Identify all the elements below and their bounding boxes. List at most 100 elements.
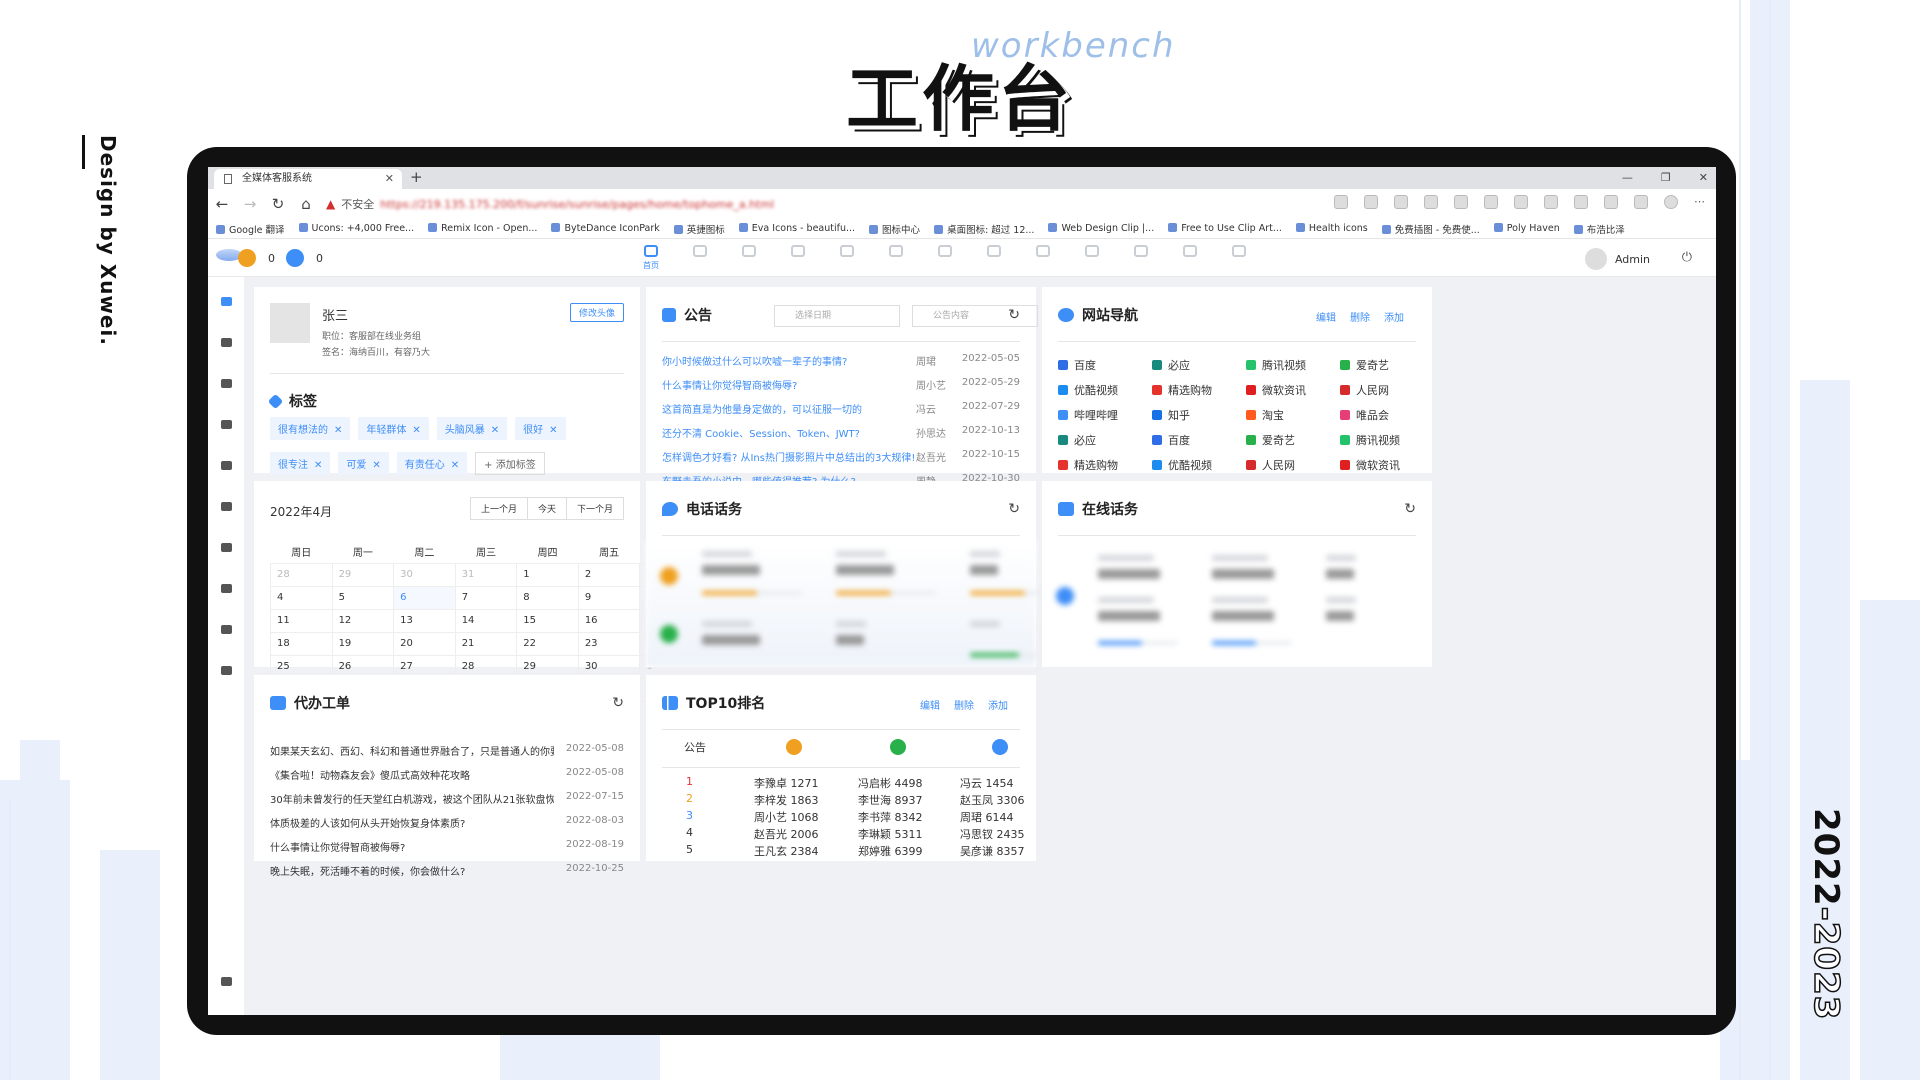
calendar-day[interactable]: 29 bbox=[331, 562, 395, 587]
user-icon[interactable] bbox=[221, 666, 232, 675]
video-icon[interactable] bbox=[221, 420, 232, 429]
site-link[interactable]: 微软资讯 bbox=[1340, 457, 1400, 473]
bookmark-item[interactable]: Ucons: +4,000 Free... bbox=[299, 223, 415, 234]
calendar-day[interactable]: 28 bbox=[270, 562, 333, 587]
bookmark-item[interactable]: Remix Icon - Open... bbox=[428, 223, 537, 234]
nav-module-4[interactable] bbox=[834, 245, 860, 271]
notice-row[interactable]: 你小时候做过什么可以吹嘘一辈子的事情? 周珺 2022-05-05 bbox=[662, 353, 1020, 373]
close-tab-icon[interactable]: ✕ bbox=[385, 169, 394, 189]
desktop-icon[interactable] bbox=[221, 297, 232, 306]
todo-row[interactable]: 30年前未曾发行的任天堂红白机游戏，被这个团队从21张软盘恢复了 2022-07-… bbox=[270, 791, 624, 811]
history-icon[interactable] bbox=[1604, 195, 1618, 209]
site-link[interactable]: 知乎 bbox=[1152, 407, 1190, 423]
site-link[interactable]: 腾讯视频 bbox=[1340, 432, 1400, 448]
calendar-day[interactable]: 7 bbox=[454, 585, 518, 610]
browser-tab[interactable]: 全媒体客服系统 ✕ bbox=[214, 169, 402, 189]
calendar-day[interactable]: 2 bbox=[577, 562, 641, 587]
extension-icon[interactable] bbox=[1424, 195, 1438, 209]
site-link[interactable]: 微软资讯 bbox=[1246, 382, 1306, 398]
bookmark-item[interactable]: Health icons bbox=[1296, 223, 1368, 234]
edit-button[interactable]: 编辑 bbox=[920, 697, 940, 712]
calendar-day[interactable]: 23 bbox=[577, 631, 641, 656]
calendar-day[interactable]: 13 bbox=[393, 608, 456, 633]
date-picker-input[interactable]: 选择日期 bbox=[774, 305, 900, 327]
nav-module-12[interactable] bbox=[1226, 245, 1252, 271]
site-link[interactable]: 哔哩哔哩 bbox=[1058, 407, 1118, 423]
bookmark-item[interactable]: Web Design Clip |... bbox=[1048, 223, 1154, 234]
back-icon[interactable]: ← bbox=[208, 195, 236, 213]
today-button[interactable]: 今天 bbox=[526, 498, 566, 519]
calendar-day[interactable]: 21 bbox=[454, 631, 518, 656]
close-icon[interactable]: ✕ bbox=[372, 460, 380, 471]
close-icon[interactable]: ✕ bbox=[334, 425, 342, 436]
phone-counter[interactable]: 0 bbox=[238, 249, 275, 267]
notice-row[interactable]: 这首简直是为他量身定做的，可以征服一切的 冯云 2022-07-29 bbox=[662, 401, 1020, 421]
todo-row[interactable]: 什么事情让你觉得智商被侮辱? 2022-08-19 bbox=[270, 839, 624, 859]
extension-icon[interactable] bbox=[1394, 195, 1408, 209]
calendar-day[interactable]: 19 bbox=[331, 631, 395, 656]
profile-avatar[interactable] bbox=[270, 303, 310, 343]
nav-module-5[interactable] bbox=[883, 245, 909, 271]
restore-icon[interactable]: ❐ bbox=[1661, 167, 1671, 189]
todo-row-title[interactable]: 什么事情让你觉得智商被侮辱? bbox=[270, 839, 554, 859]
calendar-day[interactable]: 16 bbox=[577, 608, 641, 633]
calendar-day[interactable]: 22 bbox=[516, 631, 579, 656]
tag-chip[interactable]: 头脑风暴 ✕ bbox=[436, 417, 508, 440]
site-link[interactable]: 人民网 bbox=[1246, 457, 1295, 473]
monitor-icon[interactable] bbox=[221, 502, 232, 511]
chat-counter[interactable]: 0 bbox=[286, 249, 323, 267]
notice-row-title[interactable]: 怎样调色才好看? 从Ins热门摄影照片中总结出的3大规律! bbox=[662, 449, 916, 469]
favorite-icon[interactable] bbox=[1364, 195, 1378, 209]
todo-row-title[interactable]: 晚上失眠，死活睡不着的时候，你会做什么? bbox=[270, 863, 554, 883]
bookmark-item[interactable]: 布浩比泽 bbox=[1574, 222, 1625, 236]
calendar-day[interactable]: 1 bbox=[516, 562, 579, 587]
read-aloud-icon[interactable] bbox=[1334, 195, 1348, 209]
calendar-day[interactable]: 8 bbox=[516, 585, 579, 610]
nav-module-1[interactable] bbox=[687, 245, 713, 271]
close-icon[interactable]: ✕ bbox=[451, 460, 459, 471]
todo-row[interactable]: 如果某天玄幻、西幻、科幻和普通世界融合了，只是普通人的你要怎样... 2022-0… bbox=[270, 743, 624, 763]
refresh-icon[interactable]: ↻ bbox=[1008, 307, 1020, 323]
notice-row-title[interactable]: 还分不清 Cookie、Session、Token、JWT? bbox=[662, 425, 916, 445]
calendar-day[interactable]: 5 bbox=[331, 585, 395, 610]
calendar-day[interactable]: 20 bbox=[393, 631, 456, 656]
edit-avatar-button[interactable]: 修改头像 bbox=[569, 303, 624, 322]
delete-button[interactable]: 删除 bbox=[1350, 309, 1370, 324]
bookmark-item[interactable]: ByteDance IconPark bbox=[551, 223, 659, 234]
site-link[interactable]: 人民网 bbox=[1340, 382, 1389, 398]
site-link[interactable]: 爱奇艺 bbox=[1246, 432, 1295, 448]
nav-module-0[interactable]: 首页 bbox=[638, 245, 664, 271]
refresh-icon[interactable]: ↻ bbox=[1008, 501, 1020, 517]
notice-row-title[interactable]: 你小时候做过什么可以吹嘘一辈子的事情? bbox=[662, 353, 916, 373]
site-link[interactable]: 必应 bbox=[1058, 432, 1096, 448]
close-icon[interactable]: ✕ bbox=[314, 460, 322, 471]
home-icon[interactable]: ⌂ bbox=[292, 195, 320, 213]
todo-row[interactable]: 体质极差的人该如何从头开始恢复身体素质? 2022-08-03 bbox=[270, 815, 624, 835]
site-link[interactable]: 百度 bbox=[1058, 357, 1096, 373]
notice-row[interactable]: 还分不清 Cookie、Session、Token、JWT? 孙思达 2022-10… bbox=[662, 425, 1020, 445]
nav-module-8[interactable] bbox=[1030, 245, 1056, 271]
close-icon[interactable]: ✕ bbox=[491, 425, 499, 436]
calendar-day[interactable]: 31 bbox=[454, 562, 518, 587]
user-menu[interactable]: Admin bbox=[1584, 248, 1650, 270]
calendar-day[interactable]: 4 bbox=[270, 585, 333, 610]
calendar-day[interactable]: 9 bbox=[577, 585, 641, 610]
bookmark-item[interactable]: 桌面图标: 超过 12... bbox=[934, 222, 1034, 236]
calendar-day[interactable]: 18 bbox=[270, 631, 333, 656]
reload-icon[interactable]: ↻ bbox=[264, 195, 292, 213]
site-link[interactable]: 精选购物 bbox=[1058, 457, 1118, 473]
tag-chip[interactable]: 很专注 ✕ bbox=[270, 452, 331, 475]
menu-icon[interactable] bbox=[221, 977, 232, 986]
site-link[interactable]: 优酷视频 bbox=[1058, 382, 1118, 398]
chart-icon[interactable] bbox=[221, 543, 232, 552]
tag-chip[interactable]: 有责任心 ✕ bbox=[396, 452, 468, 475]
site-link[interactable]: 精选购物 bbox=[1152, 382, 1212, 398]
bookmark-item[interactable]: 英捷图标 bbox=[674, 222, 725, 236]
site-link[interactable]: 优酷视频 bbox=[1152, 457, 1212, 473]
message-icon[interactable] bbox=[221, 584, 232, 593]
site-link[interactable]: 必应 bbox=[1152, 357, 1190, 373]
close-icon[interactable]: ✕ bbox=[549, 425, 557, 436]
power-icon[interactable]: ⏻ bbox=[1682, 250, 1692, 265]
collections-icon[interactable] bbox=[1574, 195, 1588, 209]
nav-module-6[interactable] bbox=[932, 245, 958, 271]
